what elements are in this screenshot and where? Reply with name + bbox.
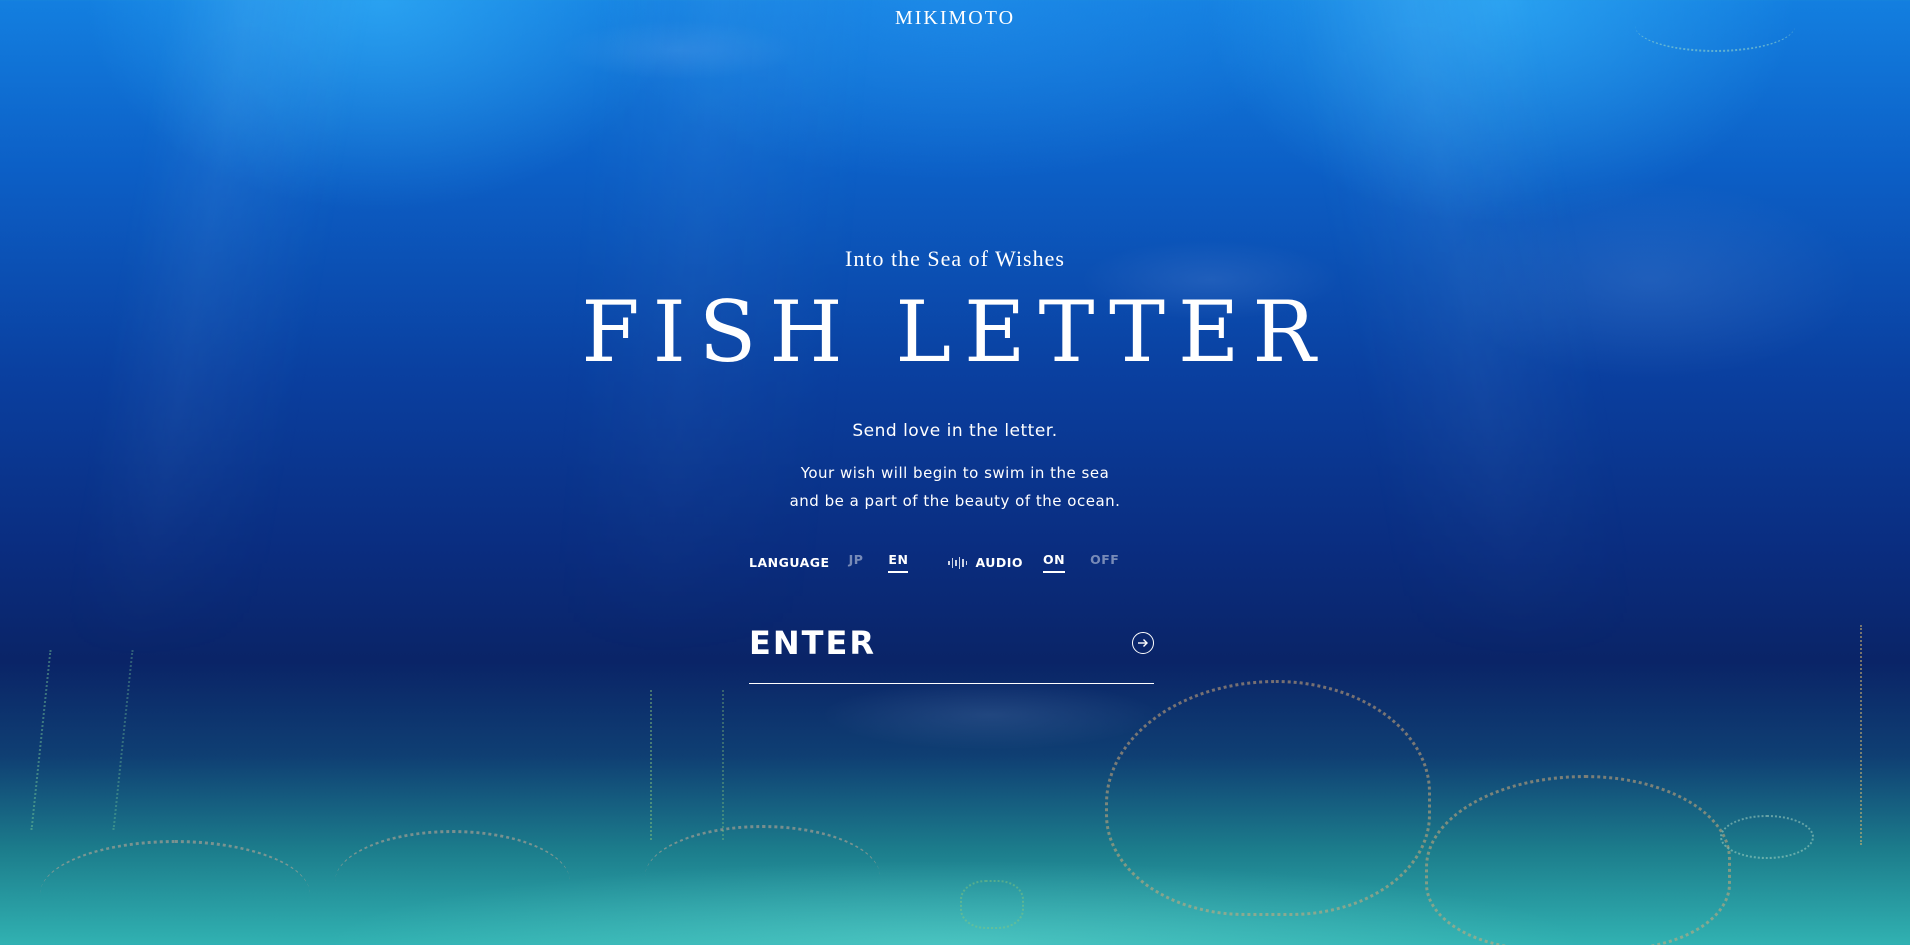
language-option-jp[interactable]: JP xyxy=(849,552,864,573)
audio-label: AUDIO xyxy=(975,555,1024,570)
settings-bar: LANGUAGE JP EN AUDIO ON OFF xyxy=(749,552,1119,573)
letter-coral-decoration xyxy=(650,690,724,840)
enter-button[interactable]: ENTER xyxy=(749,620,1154,684)
letter-shell-decoration xyxy=(645,825,880,928)
audio-option-on[interactable]: ON xyxy=(1043,552,1066,573)
seabed-glow xyxy=(0,755,1910,945)
tagline: Send love in the letter. xyxy=(852,421,1058,441)
brand-logo[interactable]: MIKIMOTO xyxy=(0,7,1910,30)
letter-turtle-decoration xyxy=(1425,775,1731,945)
audio-option-off[interactable]: OFF xyxy=(1090,552,1119,573)
language-option-en[interactable]: EN xyxy=(888,552,909,573)
language-label: LANGUAGE xyxy=(749,555,830,570)
page-title: FISH LETTER xyxy=(581,283,1329,381)
description-line: and be a part of the beauty of the ocean… xyxy=(789,492,1121,510)
letter-coral-decoration xyxy=(960,880,1024,929)
fish-shoal xyxy=(820,680,1160,750)
letter-coral-decoration xyxy=(1860,625,1910,845)
letter-coral-decoration xyxy=(30,650,134,830)
audio-wave-icon xyxy=(948,556,968,570)
letter-fish-decoration xyxy=(1720,815,1814,859)
arrow-right-circle-icon[interactable] xyxy=(1132,631,1154,654)
description: Your wish will begin to swim in the sea … xyxy=(0,459,1910,515)
page-subtitle: Into the Sea of Wishes xyxy=(845,246,1065,271)
letter-shell-decoration xyxy=(335,830,570,933)
letter-turtle-decoration xyxy=(1105,680,1431,916)
description-line: Your wish will begin to swim in the sea xyxy=(800,464,1110,482)
enter-label: ENTER xyxy=(749,623,876,662)
letter-shell-decoration xyxy=(40,840,310,945)
